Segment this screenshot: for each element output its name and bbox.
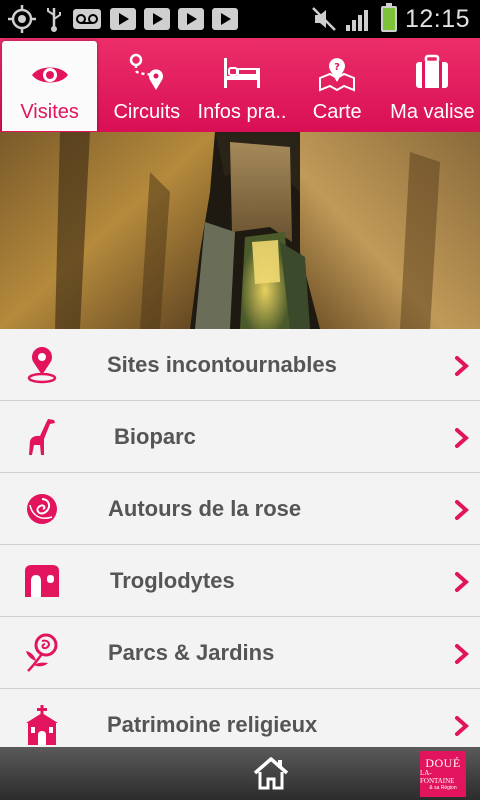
doue-la-fontaine-logo[interactable]: DOUÉ LA-FONTAINE & sa Région — [420, 751, 466, 797]
item-label: Sites incontournables — [107, 352, 337, 377]
item-label: Parcs & Jardins — [108, 640, 275, 665]
media-play-icon — [212, 8, 238, 30]
status-bar: 12:15 — [0, 0, 480, 38]
signal-icon — [345, 10, 368, 31]
list-item-parcs-jardins[interactable]: Parcs & Jardins — [0, 617, 480, 689]
home-icon[interactable] — [252, 755, 290, 791]
logo-tagline: & sa Région — [429, 785, 457, 791]
chevron-right-icon — [455, 572, 470, 592]
chevron-right-icon — [455, 500, 470, 520]
hero-image — [0, 132, 480, 329]
flower-icon — [26, 633, 58, 672]
tab-label: Ma valise — [390, 101, 475, 123]
item-label: Autours de la rose — [108, 496, 302, 521]
tab-label: Carte — [312, 101, 362, 123]
usb-icon — [47, 8, 61, 32]
bottom-bar: DOUÉ LA-FONTAINE & sa Région — [0, 747, 480, 800]
item-label: Bioparc — [114, 424, 196, 449]
route-icon — [129, 53, 163, 90]
gps-icon — [8, 5, 36, 33]
list-item-troglodytes[interactable]: Troglodytes — [0, 545, 480, 617]
tab-label: Circuits — [113, 101, 181, 123]
tab-visites[interactable]: Visites — [2, 41, 98, 135]
troglodyte-cave-photo — [0, 132, 480, 329]
chevron-right-icon — [455, 356, 470, 376]
list-item-autours-de-la-rose[interactable]: Autours de la rose — [0, 473, 480, 545]
list-item-bioparc[interactable]: Bioparc — [0, 401, 480, 473]
menu-list: Sites incontournables Bioparc Autours de… — [0, 329, 480, 747]
tab-circuits[interactable]: Circuits — [99, 38, 194, 132]
notification-icons — [8, 5, 238, 33]
item-label: Troglodytes — [110, 568, 235, 593]
tab-label: Infos pra.. — [197, 101, 287, 123]
chevron-right-icon — [455, 716, 470, 736]
svg-text:?: ? — [334, 62, 340, 73]
media-play-icon — [110, 8, 136, 30]
media-play-icon — [144, 8, 170, 30]
media-play-icon — [178, 8, 204, 30]
list-item-patrimoine-religieux[interactable]: Patrimoine religieux — [0, 689, 480, 747]
tab-bar: Visites Circuits Infos pra.. ? Carte Ma … — [0, 38, 480, 135]
list-item-sites-incontournables[interactable]: Sites incontournables — [0, 329, 480, 401]
map-icon: ? — [319, 58, 356, 92]
system-icons: 12:15 — [311, 3, 470, 34]
logo-text: DOUÉ — [425, 756, 461, 770]
location-pin-icon — [27, 347, 57, 384]
tab-infos-pratiques[interactable]: Infos pra.. — [194, 38, 289, 132]
mute-icon — [312, 7, 336, 31]
cave-dwelling-icon — [25, 565, 59, 597]
item-label: Patrimoine religieux — [107, 712, 318, 737]
giraffe-icon — [29, 419, 55, 455]
church-icon — [26, 705, 58, 745]
bed-icon — [224, 58, 260, 88]
logo-subtext: LA-FONTAINE — [420, 769, 455, 785]
suitcase-icon — [416, 54, 449, 88]
battery-charging-icon — [380, 3, 397, 32]
chevron-right-icon — [455, 644, 470, 664]
chevron-right-icon — [455, 428, 470, 448]
clock: 12:15 — [404, 4, 470, 33]
voicemail-icon — [73, 9, 101, 29]
tab-ma-valise[interactable]: Ma valise — [385, 38, 480, 132]
eye-icon — [31, 67, 68, 83]
rose-icon — [27, 494, 57, 524]
tab-label: Visites — [20, 101, 79, 123]
tab-carte[interactable]: ? Carte — [290, 38, 385, 132]
